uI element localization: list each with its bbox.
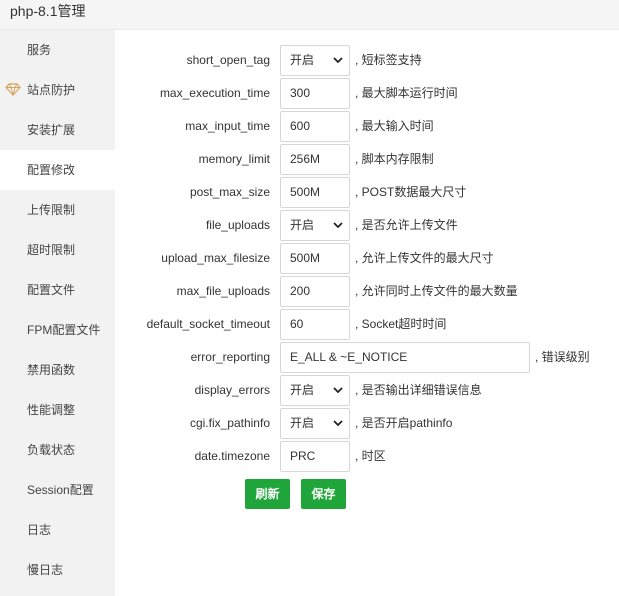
sidebar-item-session-config[interactable]: Session配置 <box>0 470 115 510</box>
sidebar-item-label: Session配置 <box>27 483 94 497</box>
refresh-button[interactable]: 刷新 <box>245 479 290 509</box>
sidebar-item-label: 安装扩展 <box>27 123 76 137</box>
setting-row-default-socket-timeout: default_socket_timeout 60 , Socket超时时间 <box>115 308 619 341</box>
select-value: 开启 <box>290 383 315 397</box>
sidebar-item-slow-logs[interactable]: 慢日志 <box>0 550 115 590</box>
select-value: 开启 <box>290 218 315 232</box>
sidebar-item-fpm-config-file[interactable]: FPM配置文件 <box>0 310 115 350</box>
display-errors-select[interactable]: 开启 <box>280 375 350 406</box>
sidebar-item-label: FPM配置文件 <box>27 323 101 337</box>
sidebar-item-label: 配置文件 <box>27 283 76 297</box>
setting-label: post_max_size <box>189 185 270 199</box>
setting-row-max-execution-time: max_execution_time 300 , 最大脚本运行时间 <box>115 77 619 110</box>
setting-label: error_reporting <box>190 350 270 364</box>
sidebar-item-label: 上传限制 <box>27 203 76 217</box>
setting-label: upload_max_filesize <box>161 251 270 265</box>
sidebar-item-label: 超时限制 <box>27 243 76 257</box>
setting-description: , 脚本内存限制 <box>355 152 434 166</box>
sidebar-item-label: 服务 <box>27 43 52 57</box>
setting-description: , 错误级别 <box>535 350 590 364</box>
setting-description: , 允许上传文件的最大尺寸 <box>355 251 494 265</box>
error-reporting-input[interactable]: E_ALL & ~E_NOTICE <box>280 342 530 373</box>
setting-description: , 时区 <box>355 449 386 463</box>
sidebar-item-label: 性能调整 <box>27 403 76 417</box>
setting-row-short-open-tag: short_open_tag 开启 , 短标签支持 <box>115 44 619 77</box>
setting-description: , 是否开启pathinfo <box>355 416 453 430</box>
sidebar-item-label: 配置修改 <box>27 163 76 177</box>
setting-label: max_input_time <box>185 119 270 133</box>
input-value: 256M <box>290 152 321 166</box>
max-input-time-input[interactable]: 600 <box>280 111 350 142</box>
setting-label: memory_limit <box>198 152 270 166</box>
setting-label: max_execution_time <box>159 86 270 100</box>
sidebar-item-config-file[interactable]: 配置文件 <box>0 270 115 310</box>
setting-label: max_file_uploads <box>176 284 270 298</box>
input-value: 300 <box>290 86 311 100</box>
sidebar-item-upload-limit[interactable]: 上传限制 <box>0 190 115 230</box>
setting-row-max-input-time: max_input_time 600 , 最大输入时间 <box>115 110 619 143</box>
sidebar: 服务 站点防护 安装扩展 配置修改 上传限制 超时限制 配置文件 FPM配置文件… <box>0 30 115 596</box>
setting-label: default_socket_timeout <box>146 317 270 331</box>
setting-label: cgi.fix_pathinfo <box>189 416 270 430</box>
setting-row-post-max-size: post_max_size 500M , POST数据最大尺寸 <box>115 176 619 209</box>
setting-row-memory-limit: memory_limit 256M , 脚本内存限制 <box>115 143 619 176</box>
setting-label: file_uploads <box>205 218 270 232</box>
setting-description: , 是否允许上传文件 <box>355 218 458 232</box>
setting-description: , 是否输出详细错误信息 <box>355 383 482 397</box>
post-max-size-input[interactable]: 500M <box>280 177 350 208</box>
setting-description: , 短标签支持 <box>355 53 422 67</box>
setting-row-max-file-uploads: max_file_uploads 200 , 允许同时上传文件的最大数量 <box>115 275 619 308</box>
sidebar-item-label: 负载状态 <box>27 443 76 457</box>
sidebar-item-config-modify[interactable]: 配置修改 <box>0 150 115 190</box>
setting-row-upload-max-filesize: upload_max_filesize 500M , 允许上传文件的最大尺寸 <box>115 242 619 275</box>
short-open-tag-select[interactable]: 开启 <box>280 45 350 76</box>
setting-description: , POST数据最大尺寸 <box>355 185 467 199</box>
sidebar-item-service[interactable]: 服务 <box>0 30 115 70</box>
setting-description: , 允许同时上传文件的最大数量 <box>355 284 518 298</box>
sidebar-item-disabled-functions[interactable]: 禁用函数 <box>0 350 115 390</box>
select-value: 开启 <box>290 416 315 430</box>
default-socket-timeout-input[interactable]: 60 <box>280 309 350 340</box>
select-value: 开启 <box>290 53 315 67</box>
max-execution-time-input[interactable]: 300 <box>280 78 350 109</box>
sidebar-item-install-extensions[interactable]: 安装扩展 <box>0 110 115 150</box>
setting-label: short_open_tag <box>186 53 270 67</box>
sidebar-item-site-protection[interactable]: 站点防护 <box>0 70 115 110</box>
upload-max-filesize-input[interactable]: 500M <box>280 243 350 274</box>
save-button[interactable]: 保存 <box>301 479 346 509</box>
input-value: 500M <box>290 251 321 265</box>
setting-row-cgi-fix-pathinfo: cgi.fix_pathinfo 开启 , 是否开启pathinfo <box>115 407 619 440</box>
setting-row-date-timezone: date.timezone PRC , 时区 <box>115 440 619 473</box>
sidebar-item-timeout-limit[interactable]: 超时限制 <box>0 230 115 270</box>
memory-limit-input[interactable]: 256M <box>280 144 350 175</box>
input-value: 500M <box>290 185 321 199</box>
file-uploads-select[interactable]: 开启 <box>280 210 350 241</box>
setting-row-file-uploads: file_uploads 开启 , 是否允许上传文件 <box>115 209 619 242</box>
input-value: PRC <box>290 449 316 463</box>
window-title: php-8.1管理 <box>10 3 86 19</box>
setting-label: date.timezone <box>194 449 270 463</box>
setting-description: , 最大输入时间 <box>355 119 434 133</box>
setting-row-error-reporting: error_reporting E_ALL & ~E_NOTICE , 错误级别 <box>115 341 619 374</box>
sidebar-item-label: 日志 <box>27 523 52 537</box>
sidebar-item-performance-tuning[interactable]: 性能调整 <box>0 390 115 430</box>
setting-description: , 最大脚本运行时间 <box>355 86 458 100</box>
window-titlebar: php-8.1管理 <box>0 0 619 30</box>
gem-icon <box>5 70 23 110</box>
input-value: 200 <box>290 284 311 298</box>
setting-row-display-errors: display_errors 开启 , 是否输出详细错误信息 <box>115 374 619 407</box>
sidebar-item-logs[interactable]: 日志 <box>0 510 115 550</box>
sidebar-item-label: 站点防护 <box>27 83 76 97</box>
max-file-uploads-input[interactable]: 200 <box>280 276 350 307</box>
setting-description: , Socket超时时间 <box>355 317 447 331</box>
input-value: 60 <box>290 317 304 331</box>
date-timezone-input[interactable]: PRC <box>280 441 350 472</box>
sidebar-item-label: 禁用函数 <box>27 363 76 377</box>
sidebar-item-label: 慢日志 <box>27 563 64 577</box>
input-value: E_ALL & ~E_NOTICE <box>290 350 408 364</box>
sidebar-item-load-status[interactable]: 负载状态 <box>0 430 115 470</box>
input-value: 600 <box>290 119 311 133</box>
setting-label: display_errors <box>194 383 270 397</box>
cgi-fix-pathinfo-select[interactable]: 开启 <box>280 408 350 439</box>
